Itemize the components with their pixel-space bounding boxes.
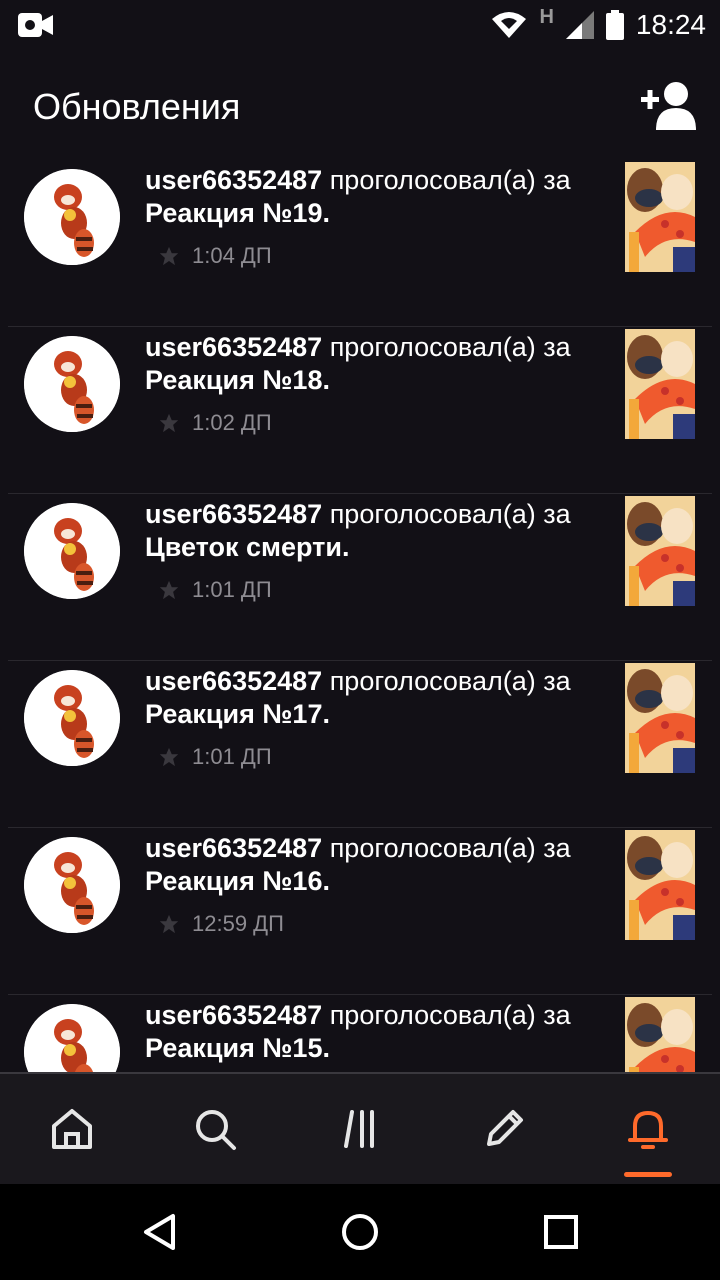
nav-library-button[interactable]: [336, 1104, 386, 1154]
wifi-icon: [492, 12, 527, 38]
action-text: проголосовал(а) за: [329, 332, 571, 362]
star-icon: [159, 914, 179, 934]
add-friend-icon[interactable]: [638, 80, 700, 130]
library-icon: [344, 1110, 374, 1148]
star-icon: [159, 580, 179, 600]
active-tab-indicator: [624, 1172, 672, 1177]
red-panda-avatar-image: [24, 837, 120, 933]
timestamp: 1:04 ДП: [192, 243, 272, 268]
avatar[interactable]: [24, 837, 120, 933]
battery-icon: [605, 10, 624, 40]
cover-art-image: [625, 830, 695, 940]
action-text: проголосовал(а) за: [329, 666, 571, 696]
timestamp: 1:01 ДП: [192, 577, 272, 602]
feed-item-text: user66352487 проголосовал(а) за Реакция …: [145, 665, 605, 731]
notifications-icon: [628, 1111, 668, 1149]
recents-icon[interactable]: [541, 1212, 581, 1252]
red-panda-avatar-image: [24, 1004, 120, 1072]
home-icon: [52, 1109, 92, 1149]
app-bar: Обновления: [0, 50, 720, 160]
cover-art-image: [625, 663, 695, 773]
action-text: проголосовал(а) за: [329, 165, 571, 195]
star-icon: [159, 246, 179, 266]
username[interactable]: user66352487: [145, 833, 322, 863]
story-title[interactable]: Реакция №18.: [145, 365, 330, 395]
feed-item-meta: 1:01 ДП: [158, 744, 272, 770]
avatar[interactable]: [24, 169, 120, 265]
feed-item[interactable]: user66352487 проголосовал(а) за Цветок с…: [0, 494, 720, 661]
story-title[interactable]: Реакция №17.: [145, 699, 330, 729]
feed-item-meta: 1:01 ДП: [158, 577, 272, 603]
story-cover-thumbnail[interactable]: [625, 329, 695, 439]
nav-home-button[interactable]: [47, 1104, 97, 1154]
avatar[interactable]: [24, 503, 120, 599]
feed-item-text: user66352487 проголосовал(а) за Реакция …: [145, 331, 605, 397]
system-navigation-bar: [0, 1184, 720, 1280]
clock: 18:24: [635, 9, 706, 40]
feed-item[interactable]: user66352487 проголосовал(а) за Реакция …: [0, 327, 720, 494]
feed-item[interactable]: user66352487 проголосовал(а) за Реакция …: [0, 995, 720, 1072]
search-icon: [196, 1110, 236, 1150]
feed-item-text: user66352487 проголосовал(а) за Реакция …: [145, 832, 605, 898]
avatar[interactable]: [24, 1004, 120, 1072]
home-circle-icon[interactable]: [340, 1212, 380, 1252]
action-text: проголосовал(а) за: [329, 833, 571, 863]
feed-item[interactable]: user66352487 проголосовал(а) за Реакция …: [0, 160, 720, 327]
avatar[interactable]: [24, 336, 120, 432]
feed-item-meta: 1:02 ДП: [158, 410, 272, 436]
red-panda-avatar-image: [24, 670, 120, 766]
network-type-label: H: [539, 5, 554, 28]
nav-notifications-button[interactable]: [623, 1104, 673, 1154]
story-cover-thumbnail[interactable]: [625, 830, 695, 940]
feed-item[interactable]: user66352487 проголосовал(а) за Реакция …: [0, 828, 720, 995]
username[interactable]: user66352487: [145, 165, 322, 195]
feed-item-meta: 12:59 ДП: [158, 911, 284, 937]
story-title[interactable]: Реакция №15.: [145, 1033, 330, 1063]
red-panda-avatar-image: [24, 503, 120, 599]
star-icon: [159, 413, 179, 433]
feed-item[interactable]: user66352487 проголосовал(а) за Реакция …: [0, 661, 720, 828]
story-cover-thumbnail[interactable]: [625, 496, 695, 606]
video-camera-icon: [18, 13, 53, 37]
feed-item-meta: 1:04 ДП: [158, 243, 272, 269]
write-icon: [487, 1110, 523, 1146]
story-title[interactable]: Цветок смерти.: [145, 532, 349, 562]
page-title: Обновления: [33, 86, 241, 127]
cover-art-image: [625, 496, 695, 606]
story-cover-thumbnail[interactable]: [625, 162, 695, 272]
story-cover-thumbnail[interactable]: [625, 663, 695, 773]
username[interactable]: user66352487: [145, 499, 322, 529]
action-text: проголосовал(а) за: [329, 499, 571, 529]
nav-search-button[interactable]: [190, 1104, 240, 1154]
action-text: проголосовал(а) за: [329, 1000, 571, 1030]
cover-art-image: [625, 997, 695, 1072]
nav-write-button[interactable]: [479, 1104, 529, 1154]
timestamp: 1:01 ДП: [192, 744, 272, 769]
username[interactable]: user66352487: [145, 666, 322, 696]
status-bar: H 18:24: [0, 0, 720, 50]
story-title[interactable]: Реакция №16.: [145, 866, 330, 896]
updates-feed[interactable]: user66352487 проголосовал(а) за Реакция …: [0, 160, 720, 1072]
timestamp: 1:02 ДП: [192, 410, 272, 435]
feed-item-text: user66352487 проголосовал(а) за Реакция …: [145, 999, 605, 1065]
story-title[interactable]: Реакция №19.: [145, 198, 330, 228]
back-icon[interactable]: [140, 1212, 180, 1252]
feed-item-text: user66352487 проголосовал(а) за Цветок с…: [145, 498, 605, 564]
red-panda-avatar-image: [24, 169, 120, 265]
cover-art-image: [625, 162, 695, 272]
username[interactable]: user66352487: [145, 1000, 322, 1030]
username[interactable]: user66352487: [145, 332, 322, 362]
bottom-navigation: [0, 1072, 720, 1184]
signal-icon: [565, 11, 594, 39]
avatar[interactable]: [24, 670, 120, 766]
cover-art-image: [625, 329, 695, 439]
star-icon: [159, 747, 179, 767]
story-cover-thumbnail[interactable]: [625, 997, 695, 1072]
timestamp: 12:59 ДП: [192, 911, 284, 936]
feed-item-text: user66352487 проголосовал(а) за Реакция …: [145, 164, 605, 230]
red-panda-avatar-image: [24, 336, 120, 432]
